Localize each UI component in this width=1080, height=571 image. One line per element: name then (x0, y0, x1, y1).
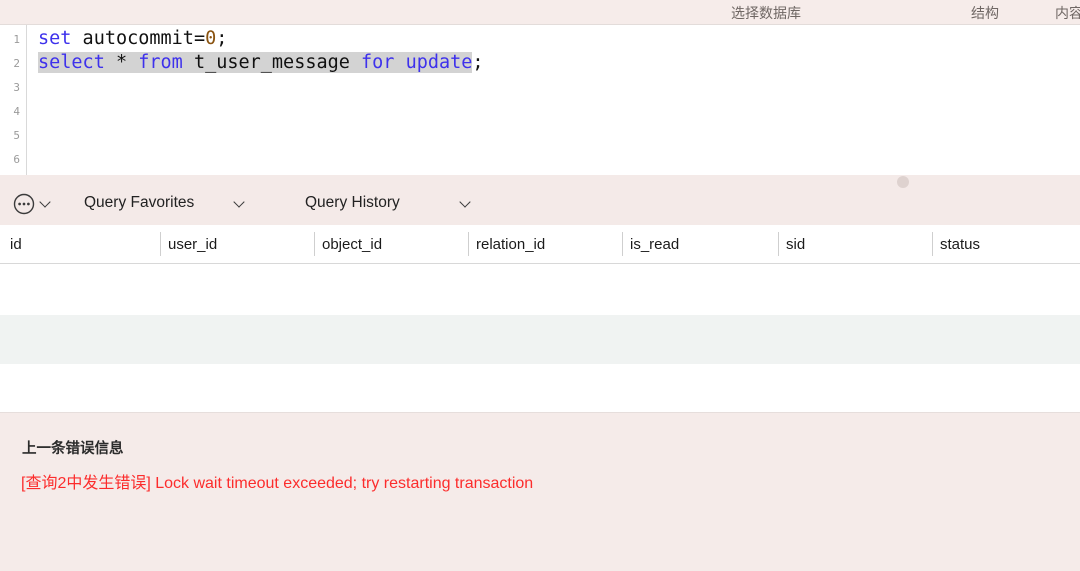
column-separator[interactable] (160, 232, 161, 256)
code-token: * (115, 52, 128, 73)
table-row[interactable] (0, 364, 1080, 412)
top-toolbar: 选择数据库 结构 内容 (0, 0, 1080, 25)
code-token: select (38, 52, 105, 73)
code-area[interactable]: set autocommit=0; select * from t_user_me… (28, 25, 1080, 175)
code-token: t_user_message (182, 52, 362, 73)
chevron-down-icon-ellipsis[interactable] (40, 197, 51, 208)
code-token: for (361, 52, 395, 73)
code-line[interactable]: set autocommit=0; (38, 27, 227, 51)
line-number-gutter: 1 2 3 4 5 6 (0, 25, 27, 175)
column-header-id[interactable]: id (10, 236, 22, 253)
line-number: 6 (13, 153, 20, 166)
error-panel-title: 上一条错误信息 (22, 441, 124, 457)
column-header-user-id[interactable]: user_id (168, 236, 217, 253)
column-separator[interactable] (778, 232, 779, 256)
code-token: 0 (205, 28, 217, 49)
table-row[interactable] (0, 315, 1080, 364)
select-database-label[interactable]: 选择数据库 (731, 3, 801, 23)
line-number: 5 (13, 129, 20, 142)
code-token: autocommit (71, 28, 194, 49)
tab-content[interactable]: 内容 (1055, 3, 1080, 23)
table-header-row: id user_id object_id relation_id is_read sid s… (0, 225, 1080, 264)
column-header-sid[interactable]: sid (786, 236, 805, 253)
chevron-down-icon-favorites[interactable] (234, 197, 245, 208)
error-panel: 上一条错误信息 [查询2中发生错误] Lock wait timeout exc… (0, 412, 1080, 571)
line-number: 2 (13, 57, 20, 70)
code-token: ; (216, 28, 228, 49)
column-header-status[interactable]: status (940, 236, 980, 253)
circle-ellipsis-icon[interactable] (12, 192, 36, 216)
column-header-is-read[interactable]: is_read (630, 236, 679, 253)
code-token: ; (472, 52, 484, 73)
sql-query-window: 选择数据库 结构 内容 123456 set autocommit=0; sele… (0, 0, 1080, 571)
column-separator[interactable] (622, 232, 623, 256)
busy-dot-icon (897, 176, 909, 188)
column-header-relation-id[interactable]: relation_id (476, 236, 545, 253)
sql-editor[interactable]: 123456 set autocommit=0; select * from t_… (0, 25, 1080, 175)
chevron-down-icon-history[interactable] (460, 197, 471, 208)
column-separator[interactable] (932, 232, 933, 256)
tab-structure[interactable]: 结构 (971, 3, 999, 23)
query-history-label[interactable]: Query History (305, 194, 400, 212)
column-separator[interactable] (314, 232, 315, 256)
code-token: set (38, 28, 72, 49)
line-number: 4 (13, 105, 20, 118)
line-number: 3 (13, 81, 20, 94)
code-token: update (405, 52, 473, 73)
code-line[interactable]: select * from t_user_message for update; (38, 51, 484, 75)
error-message-text: [查询2中发生错误] Lock wait timeout exceeded; t… (21, 475, 534, 492)
code-token: = (193, 28, 206, 49)
line-number: 1 (13, 33, 20, 46)
code-token (104, 52, 116, 73)
query-favorites-label[interactable]: Query Favorites (84, 194, 194, 212)
code-token (127, 52, 139, 73)
code-token: from (138, 52, 183, 73)
code-token (394, 52, 406, 73)
column-separator[interactable] (468, 232, 469, 256)
table-row[interactable] (0, 264, 1080, 315)
column-header-object-id[interactable]: object_id (322, 236, 382, 253)
results-table[interactable]: id user_id object_id relation_id is_read sid s… (0, 225, 1080, 412)
